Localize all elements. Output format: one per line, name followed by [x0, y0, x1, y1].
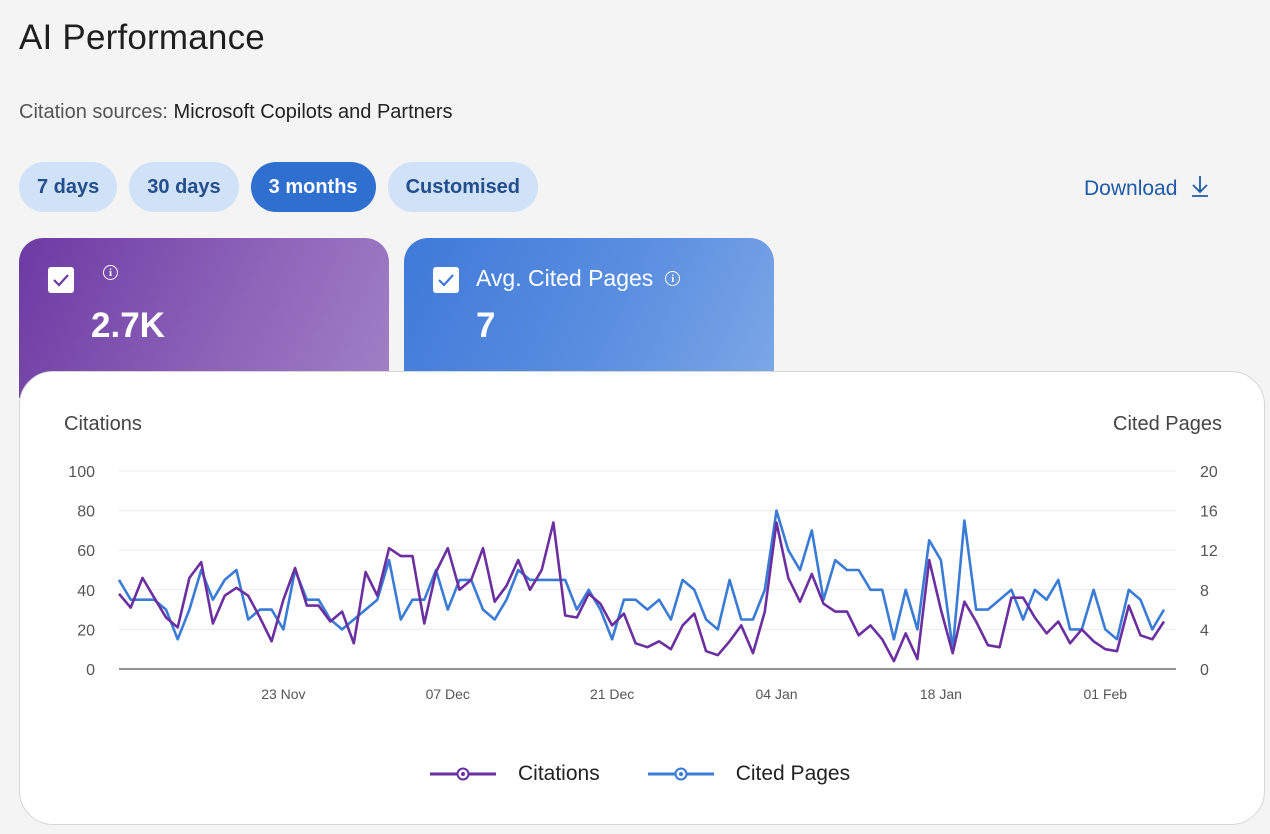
legend-item-cited-pages[interactable]: Cited Pages: [647, 762, 851, 786]
cited-pages-card-value: 7: [476, 306, 496, 345]
date-range-selector: 7 days 30 days 3 months Customised: [19, 162, 539, 212]
checkmark-icon: [53, 274, 69, 287]
right-axis-tick-label: 4: [1200, 622, 1209, 639]
page-title: AI Performance: [19, 18, 265, 57]
info-icon[interactable]: i: [665, 271, 681, 286]
citation-sources: Citation sources: Microsoft Copilots and…: [19, 101, 453, 124]
x-axis-tick-label: 01 Feb: [1083, 686, 1127, 702]
left-axis-tick-label: 0: [86, 662, 95, 679]
left-axis-tick-label: 80: [77, 504, 95, 521]
download-button[interactable]: Download: [1084, 174, 1209, 204]
right-axis-tick-label: 12: [1200, 543, 1218, 560]
line-chart: Citations Cited Pages 0 20 40 60 80 100 0 4 8 12…: [64, 413, 1222, 702]
x-axis-tick-label: 23 Nov: [261, 686, 305, 702]
right-axis-tick-label: 16: [1200, 504, 1218, 521]
range-7-days-button[interactable]: 7 days: [19, 162, 118, 212]
cited-pages-legend-marker-icon: [647, 767, 714, 781]
download-label: Download: [1084, 177, 1178, 200]
range-30-days-button[interactable]: 30 days: [129, 162, 239, 212]
cited-pages-card-label: Avg. Cited Pages: [476, 265, 654, 291]
right-axis-tick-label: 20: [1200, 464, 1218, 481]
x-axis-tick-label: 04 Jan: [756, 686, 798, 702]
citation-sources-label: Citation sources:: [19, 101, 168, 123]
range-customised-button[interactable]: Customised: [387, 162, 539, 212]
left-axis-tick-label: 40: [77, 583, 95, 600]
left-axis-tick-label: 60: [77, 543, 95, 560]
checkmark-icon: [438, 274, 454, 287]
citation-sources-value: Microsoft Copilots and Partners: [173, 101, 453, 123]
right-axis-tick-label: 0: [1200, 662, 1209, 679]
citations-card-value: 2.7K: [91, 306, 165, 345]
citations-checkbox[interactable]: [48, 267, 74, 293]
right-axis-title: Cited Pages: [1113, 413, 1222, 435]
chart-legend: Citations Cited Pages: [430, 762, 850, 786]
x-axis-tick-label: 18 Jan: [920, 686, 962, 702]
left-axis-tick-label: 100: [68, 464, 95, 481]
cited-pages-card-header: Avg. Cited Pages i: [476, 265, 681, 292]
legend-item-citations[interactable]: Citations: [430, 762, 600, 786]
info-icon[interactable]: i: [103, 265, 118, 280]
left-axis-tick-label: 20: [77, 622, 95, 639]
citations-legend-marker-icon: [430, 767, 496, 781]
left-axis-title: Citations: [64, 413, 142, 435]
citations-card-header: i: [91, 265, 118, 280]
chart-panel: Citations Cited Pages 0 20 40 60 80 100 0 4 8 12…: [19, 371, 1265, 825]
range-3-months-button[interactable]: 3 months: [250, 162, 376, 212]
right-axis-tick-label: 8: [1200, 583, 1209, 600]
download-icon: [1191, 174, 1209, 204]
legend-label-cited-pages: Cited Pages: [735, 762, 851, 785]
x-axis-tick-label: 21 Dec: [590, 686, 634, 702]
cited-pages-checkbox[interactable]: [433, 267, 459, 293]
legend-label-citations: Citations: [518, 762, 600, 785]
x-axis-tick-label: 07 Dec: [426, 686, 470, 702]
